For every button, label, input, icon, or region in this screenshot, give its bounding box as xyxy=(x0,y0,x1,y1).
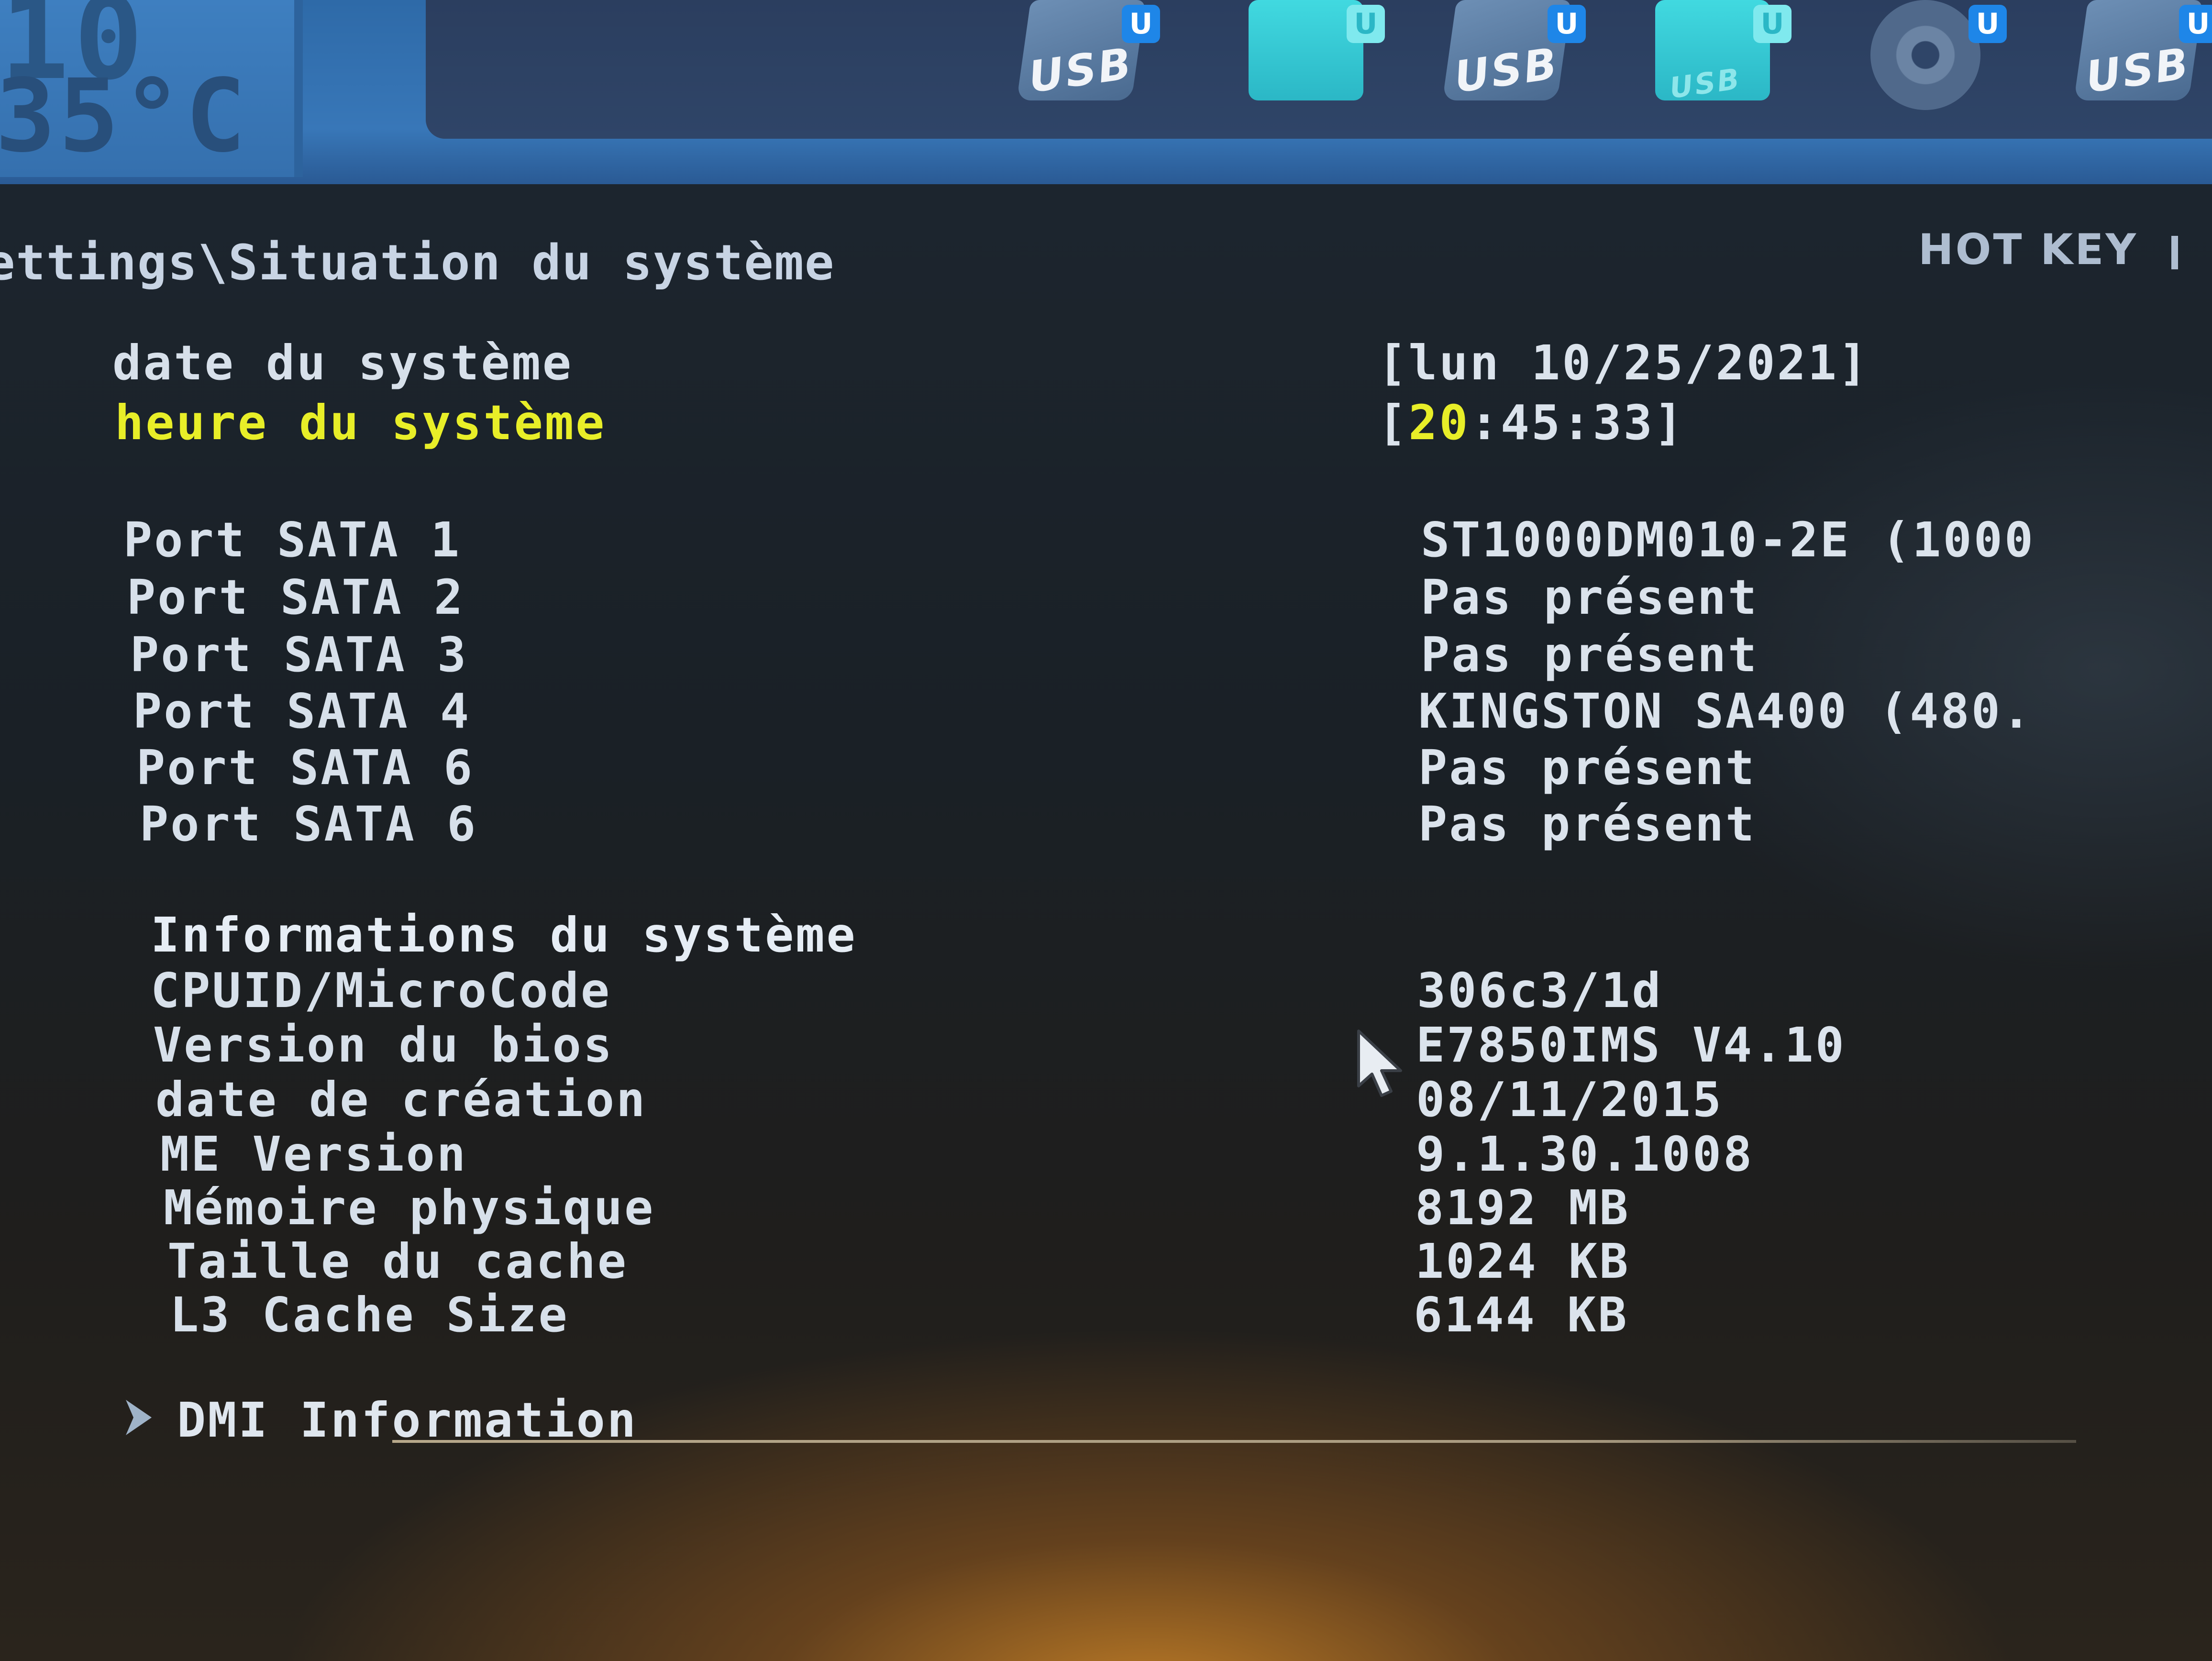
hotkey-button[interactable]: HOT KEY xyxy=(1918,225,2179,274)
sata-port-row: Port SATA 2 Pas présent xyxy=(0,569,2212,627)
info-label: date de création xyxy=(155,1072,647,1128)
system-info-heading: Informations du système xyxy=(0,907,2212,964)
uefi-badge-icon: U xyxy=(1969,5,2007,43)
uefi-badge-icon: U xyxy=(1753,5,1792,43)
sata-port-label: Port SATA 2 xyxy=(127,569,465,625)
boot-priority-bar[interactable]: USB U U USB U USB U U USB U xyxy=(426,0,2212,139)
time-minutes-seconds: :45:33] xyxy=(1470,395,1685,451)
boot-device-usb-key[interactable]: USB U xyxy=(1646,0,1792,110)
sata-port-row: Port SATA 3 Pas présent xyxy=(0,627,2212,684)
info-label: Version du bios xyxy=(153,1017,614,1073)
mouse-cursor-icon xyxy=(1357,1030,1402,1097)
sata-port-row: Port SATA 1 ST1000DM010-2E (1000 xyxy=(0,512,2212,569)
sata-port-value: Pas présent xyxy=(1421,627,1759,683)
boot-device-usb-3[interactable]: USB U xyxy=(2071,0,2212,110)
temperature-panel: 10 35°C xyxy=(0,0,303,177)
boot-device-usb-2[interactable]: USB U xyxy=(1440,0,1586,110)
info-label: Taille du cache xyxy=(167,1233,629,1289)
boot-device-disk[interactable]: U xyxy=(1239,0,1385,110)
hotkey-label: HOT KEY xyxy=(1918,225,2138,274)
system-date-label: date du système xyxy=(112,335,574,391)
hotkey-separator xyxy=(2171,236,2179,270)
sata-port-value: KINGSTON SA400 (480. xyxy=(1418,683,2033,739)
info-row: Version du bios E7850IMS V4.10 xyxy=(0,1017,2212,1074)
cpu-temperature: 35°C xyxy=(0,57,249,175)
info-row: ME Version 9.1.30.1008 xyxy=(0,1126,2212,1184)
sata-port-row: Port SATA 6 Pas présent xyxy=(0,740,2212,797)
sata-port-label: Port SATA 1 xyxy=(123,512,462,568)
time-hour-field[interactable]: 20 xyxy=(1408,395,1470,451)
bios-header: 10 35°C USB U U USB U USB U U USB U xyxy=(0,0,2212,184)
info-row: CPUID/MicroCode 306c3/1d xyxy=(0,963,2212,1020)
info-value: 306c3/1d xyxy=(1417,963,1663,1019)
sata-port-row: Port SATA 6 Pas présent xyxy=(0,796,2212,853)
uefi-badge-icon: U xyxy=(2179,5,2212,43)
uefi-badge-icon: U xyxy=(1347,5,1385,43)
sata-port-value: Pas présent xyxy=(1418,740,1757,796)
sata-port-value: Pas présent xyxy=(1421,569,1759,625)
breadcrumb: ettings\Situation du système xyxy=(0,234,835,291)
optical-disc-icon xyxy=(1870,0,1980,110)
info-value: 9.1.30.1008 xyxy=(1416,1126,1754,1182)
hard-disk-icon xyxy=(1249,0,1363,100)
info-row: Taille du cache 1024 KB xyxy=(0,1233,2212,1291)
info-row: date de création 08/11/2015 xyxy=(0,1072,2212,1129)
sata-port-value: ST1000DM010-2E (1000 xyxy=(1421,512,2035,568)
info-label: L3 Cache Size xyxy=(170,1287,569,1343)
chevron-right-icon xyxy=(126,1400,152,1435)
sata-port-label: Port SATA 6 xyxy=(136,740,475,796)
info-label: CPUID/MicroCode xyxy=(151,963,612,1019)
info-value: 8192 MB xyxy=(1415,1180,1630,1236)
uefi-badge-icon: U xyxy=(1122,5,1160,43)
sata-port-row: Port SATA 4 KINGSTON SA400 (480. xyxy=(0,683,2212,741)
info-value: E7850IMS V4.10 xyxy=(1416,1017,1846,1073)
dmi-underline xyxy=(392,1440,2076,1443)
info-value: 1024 KB xyxy=(1415,1233,1630,1289)
info-row: L3 Cache Size 6144 KB xyxy=(0,1287,2212,1344)
info-label: ME Version xyxy=(160,1126,468,1182)
time-bracket-open: [ xyxy=(1378,395,1409,451)
system-time-row[interactable]: heure du système [20:45:33] xyxy=(0,395,2212,452)
system-date-value[interactable]: [lun 10/25/2021] xyxy=(1378,335,1869,391)
sata-port-label: Port SATA 6 xyxy=(140,796,478,852)
system-time-label: heure du système xyxy=(115,395,607,451)
info-value: 08/11/2015 xyxy=(1416,1072,1724,1128)
info-label: Mémoire physique xyxy=(164,1180,655,1236)
system-time-value[interactable]: [20:45:33] xyxy=(1378,395,1685,451)
uefi-badge-icon: U xyxy=(1548,5,1586,43)
sata-port-value: Pas présent xyxy=(1418,796,1757,852)
info-value: 6144 KB xyxy=(1414,1287,1629,1343)
section-title: Informations du système xyxy=(151,907,857,963)
system-date-row[interactable]: date du système [lun 10/25/2021] xyxy=(0,335,2212,392)
info-row: Mémoire physique 8192 MB xyxy=(0,1180,2212,1237)
sata-port-label: Port SATA 4 xyxy=(133,683,471,739)
sata-port-label: Port SATA 3 xyxy=(130,627,468,683)
boot-device-usb-1[interactable]: USB U xyxy=(1014,0,1160,110)
bios-screen: 10 35°C USB U U USB U USB U U USB U etti… xyxy=(0,0,2212,1661)
boot-device-optical[interactable]: U xyxy=(1861,0,2007,110)
